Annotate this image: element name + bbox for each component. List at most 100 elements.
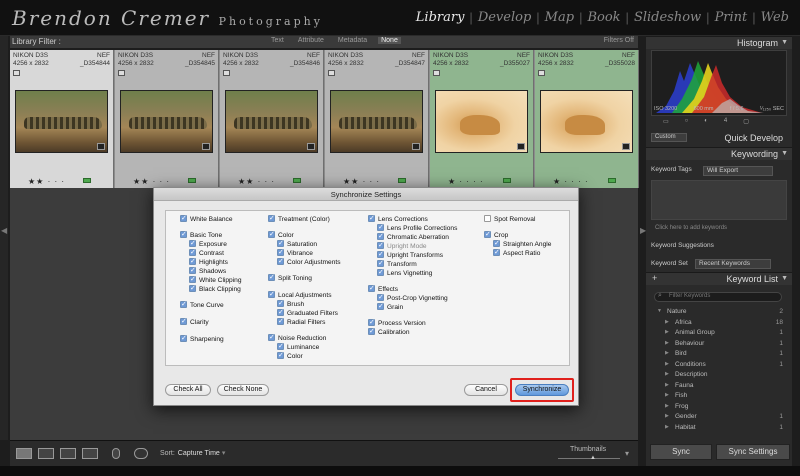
module-map[interactable]: Map — [540, 10, 579, 25]
sync-option-luminance[interactable]: Luminance — [277, 342, 319, 351]
sync-option-highlights[interactable]: Highlights — [189, 257, 228, 266]
sync-option-clarity[interactable]: Clarity — [180, 317, 209, 326]
star-rating[interactable]: ★ · · · · — [448, 177, 484, 186]
checkbox-icon[interactable] — [189, 275, 196, 284]
keyword-list-item[interactable]: ▶ Fauna — [651, 382, 787, 393]
checkbox-icon[interactable] — [277, 257, 284, 266]
develop-badge-icon[interactable] — [517, 143, 525, 150]
sync-option-shadows[interactable]: Shadows — [189, 266, 226, 275]
keyword-list-item[interactable]: ▶ Description — [651, 371, 787, 382]
sync-option-color-adjustments[interactable]: Color Adjustments — [277, 257, 341, 266]
checkbox-icon[interactable] — [180, 230, 187, 239]
thumbnail-cell[interactable]: NIKON D3S 4256 x 2832 NEF _D354847 ★★ · · · — [325, 50, 429, 188]
slider-knob-icon[interactable]: ▲ — [590, 455, 596, 461]
collapsed-triangle-icon[interactable]: ▶ — [665, 371, 669, 377]
sync-option-effects[interactable]: Effects — [368, 284, 398, 293]
checkbox-icon[interactable] — [189, 284, 196, 293]
flag-checkbox[interactable] — [13, 70, 20, 76]
keyword-list-item[interactable]: ▶ Fish — [651, 392, 787, 403]
module-web[interactable]: Web — [756, 10, 794, 25]
develop-badge-icon[interactable] — [202, 143, 210, 150]
keyword-add-hint[interactable]: Click here to add keywords — [655, 225, 727, 231]
sync-option-brush[interactable]: Brush — [277, 299, 304, 308]
histogram-tool-icon[interactable]: 4 — [724, 118, 727, 128]
expand-left-arrow-icon[interactable]: ◀ — [1, 226, 7, 235]
checkbox-icon[interactable] — [368, 318, 375, 327]
module-book[interactable]: Book — [582, 10, 625, 25]
color-label-icon[interactable] — [608, 178, 616, 183]
sync-option-calibration[interactable]: Calibration — [368, 327, 410, 336]
sync-option-local-adjustments[interactable]: Local Adjustments — [268, 290, 332, 299]
thumbnail-cell[interactable]: NIKON D3S 4256 x 2832 NEF _D355027 ★ · · · · — [430, 50, 534, 188]
sync-option-lens-vignetting[interactable]: Lens Vignetting — [377, 268, 432, 277]
sync-option-upright-transforms[interactable]: Upright Transforms — [377, 250, 443, 259]
keyword-list-item[interactable]: ▶ Behaviour 1 — [651, 340, 787, 351]
develop-badge-icon[interactable] — [412, 143, 420, 150]
histogram-tool-icon[interactable]: ◐ — [704, 118, 708, 128]
sync-settings-button[interactable]: Sync Settings — [716, 444, 790, 460]
photo-thumbnail[interactable] — [435, 90, 528, 153]
keyword-tags-select[interactable]: Will Export — [703, 166, 773, 176]
add-keyword-icon[interactable]: + — [652, 273, 657, 283]
checkbox-icon[interactable] — [368, 214, 375, 223]
checkbox-icon[interactable] — [268, 214, 275, 223]
sync-option-noise-reduction[interactable]: Noise Reduction — [268, 333, 326, 342]
photo-thumbnail[interactable] — [330, 90, 423, 153]
checkbox-icon[interactable] — [189, 248, 196, 257]
checkbox-icon[interactable] — [277, 248, 284, 257]
checkbox-icon[interactable] — [189, 266, 196, 275]
collapsed-triangle-icon[interactable]: ▶ — [665, 361, 669, 367]
star-rating[interactable]: ★ · · · · — [553, 177, 589, 186]
collapsed-triangle-icon[interactable]: ▶ — [665, 340, 669, 346]
filter-tab-attribute[interactable]: Attribute — [295, 37, 327, 44]
checkbox-icon[interactable] — [277, 351, 284, 360]
sync-option-color[interactable]: Color — [268, 230, 294, 239]
keyword-filter-input[interactable]: ⌕ Filter Keywords — [654, 292, 782, 302]
checkbox-icon[interactable] — [377, 268, 384, 277]
thumbnail-cell[interactable]: NIKON D3S 4256 x 2832 NEF _D354844 ★★ · · · — [10, 50, 114, 188]
module-slideshow[interactable]: Slideshow — [629, 10, 706, 25]
flag-checkbox[interactable] — [433, 70, 440, 76]
keyword-tags-textarea[interactable] — [651, 180, 787, 220]
checkbox-icon[interactable] — [277, 317, 284, 326]
checkbox-icon[interactable] — [268, 230, 275, 239]
sync-option-basic-tone[interactable]: Basic Tone — [180, 230, 222, 239]
sync-option-white-clipping[interactable]: White Clipping — [189, 275, 242, 284]
filters-off-toggle[interactable]: Filters Off — [604, 37, 634, 44]
saved-preset-select[interactable]: Custom — [651, 133, 687, 142]
color-label-icon[interactable] — [293, 178, 301, 183]
checkbox-icon[interactable] — [189, 239, 196, 248]
collapsed-triangle-icon[interactable]: ▶ — [665, 424, 669, 430]
histogram-tool-icon[interactable]: ▭ — [663, 118, 669, 128]
checkbox-icon[interactable] — [180, 334, 187, 343]
checkbox-icon[interactable] — [377, 232, 384, 241]
develop-badge-icon[interactable] — [97, 143, 105, 150]
checkbox-icon[interactable] — [368, 284, 375, 293]
check-none-button[interactable]: Check None — [217, 384, 269, 396]
checkbox-icon[interactable] — [277, 239, 284, 248]
thumbnail-cell[interactable]: NIKON D3S 4256 x 2832 NEF _D354845 ★★ · · · — [115, 50, 219, 188]
checkbox-icon[interactable] — [377, 241, 384, 250]
keywording-header[interactable]: Keywording ▼ — [646, 147, 792, 160]
checkbox-icon[interactable] — [377, 302, 384, 311]
sync-option-spot-removal[interactable]: Spot Removal — [484, 215, 535, 223]
checkbox-icon[interactable] — [268, 333, 275, 342]
keyword-list-item[interactable]: ▼ Nature 2 — [651, 308, 787, 319]
grid-view-icon[interactable] — [16, 448, 32, 459]
module-develop[interactable]: Develop — [473, 10, 536, 25]
sync-option-chromatic-aberration[interactable]: Chromatic Aberration — [377, 232, 449, 241]
sync-option-split-toning[interactable]: Split Toning — [268, 273, 312, 282]
keyword-list-header[interactable]: + Keyword List ▼ — [646, 272, 792, 285]
checkbox-icon[interactable] — [484, 230, 491, 239]
sync-option-post-crop-vignetting[interactable]: Post-Crop Vignetting — [377, 293, 448, 302]
keyword-list-item[interactable]: ▶ Frog — [651, 403, 787, 414]
checkbox-icon[interactable] — [377, 259, 384, 268]
sort-direction-icon[interactable] — [134, 448, 148, 459]
sync-option-crop[interactable]: Crop — [484, 230, 508, 239]
sync-option-radial-filters[interactable]: Radial Filters — [277, 317, 325, 326]
collapsed-triangle-icon[interactable]: ▶ — [665, 382, 669, 388]
color-label-icon[interactable] — [503, 178, 511, 183]
collapsed-triangle-icon[interactable]: ▶ — [665, 329, 669, 335]
sync-option-graduated-filters[interactable]: Graduated Filters — [277, 308, 338, 317]
collapsed-triangle-icon[interactable]: ▶ — [665, 413, 669, 419]
